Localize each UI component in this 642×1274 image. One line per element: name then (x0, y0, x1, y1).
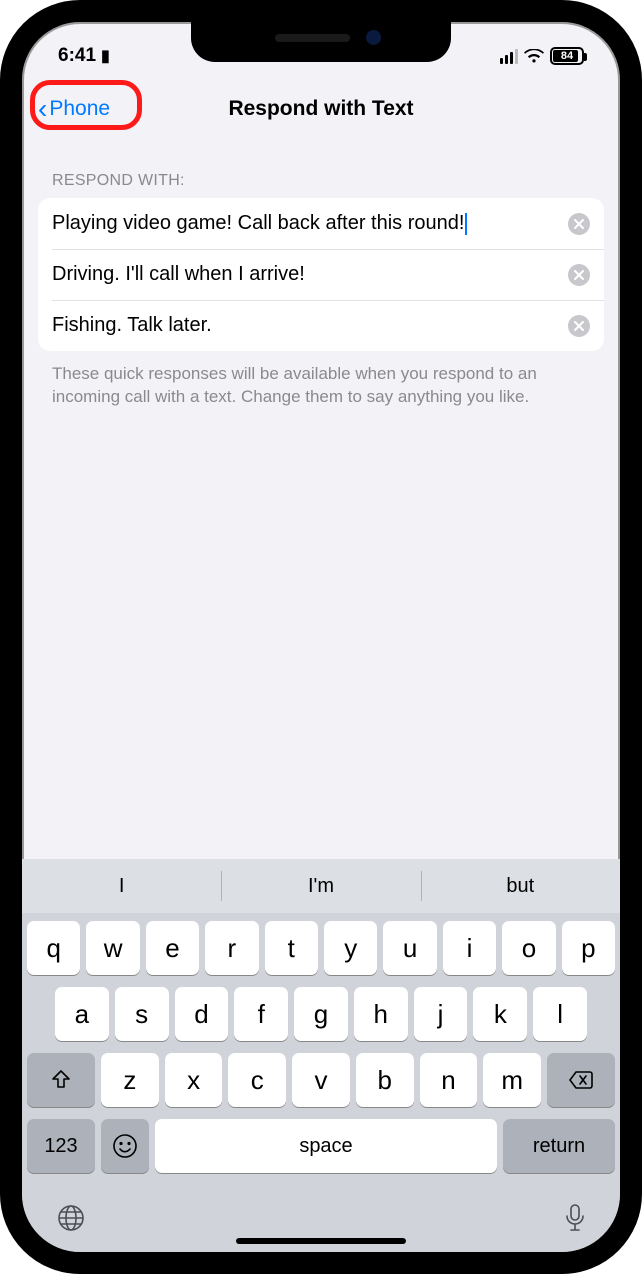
text-cursor (465, 213, 467, 235)
back-label: Phone (49, 97, 110, 121)
key-v[interactable]: v (292, 1053, 350, 1107)
key-f[interactable]: f (234, 987, 288, 1041)
key-y[interactable]: y (324, 921, 377, 975)
keyboard: I I'm but q w e r t y u i o p a (22, 859, 620, 1252)
response-text: Fishing. Talk later. (52, 314, 562, 337)
key-g[interactable]: g (294, 987, 348, 1041)
cell-signal-icon (500, 49, 519, 64)
key-e[interactable]: e (146, 921, 199, 975)
key-m[interactable]: m (483, 1053, 541, 1107)
key-j[interactable]: j (414, 987, 468, 1041)
key-s[interactable]: s (115, 987, 169, 1041)
backspace-key[interactable] (547, 1053, 615, 1107)
key-a[interactable]: a (55, 987, 109, 1041)
key-k[interactable]: k (473, 987, 527, 1041)
keyboard-row-1: q w e r t y u i o p (27, 921, 615, 975)
response-text: Driving. I'll call when I arrive! (52, 263, 562, 286)
section-footer: These quick responses will be available … (38, 351, 604, 409)
key-i[interactable]: i (443, 921, 496, 975)
response-row[interactable]: Driving. I'll call when I arrive! (38, 249, 604, 300)
key-p[interactable]: p (562, 921, 615, 975)
response-row[interactable]: Playing video game! Call back after this… (38, 198, 604, 249)
shift-key[interactable] (27, 1053, 95, 1107)
key-x[interactable]: x (165, 1053, 223, 1107)
wifi-icon (524, 49, 544, 64)
section-header: Respond with: (38, 152, 604, 198)
lock-icon: ▮ (101, 46, 110, 66)
key-n[interactable]: n (420, 1053, 478, 1107)
home-indicator[interactable] (236, 1238, 406, 1244)
key-o[interactable]: o (502, 921, 555, 975)
key-w[interactable]: w (86, 921, 139, 975)
suggestion[interactable]: I (22, 859, 221, 913)
suggestion[interactable]: but (421, 859, 620, 913)
suggestion[interactable]: I'm (221, 859, 420, 913)
key-d[interactable]: d (175, 987, 229, 1041)
space-key[interactable]: space (155, 1119, 497, 1173)
back-button[interactable]: ‹ Phone (38, 97, 110, 121)
keyboard-row-3: z x c v b n m (27, 1053, 615, 1107)
key-z[interactable]: z (101, 1053, 159, 1107)
status-time: 6:41 (58, 45, 96, 67)
key-l[interactable]: l (533, 987, 587, 1041)
clear-text-button[interactable] (568, 213, 590, 235)
keyboard-suggestion-bar: I I'm but (22, 859, 620, 913)
battery-icon: 84 (550, 47, 584, 65)
device-notch (191, 20, 451, 62)
dictation-icon[interactable] (564, 1203, 586, 1240)
key-u[interactable]: u (383, 921, 436, 975)
keyboard-row-2: a s d f g h j k l (27, 987, 615, 1041)
return-key[interactable]: return (503, 1119, 615, 1173)
key-q[interactable]: q (27, 921, 80, 975)
emoji-key[interactable] (101, 1119, 149, 1173)
response-list: Playing video game! Call back after this… (38, 198, 604, 351)
key-r[interactable]: r (205, 921, 258, 975)
response-row[interactable]: Fishing. Talk later. (38, 300, 604, 351)
nav-bar: ‹ Phone Respond with Text (22, 82, 620, 136)
key-b[interactable]: b (356, 1053, 414, 1107)
globe-icon[interactable] (56, 1203, 86, 1240)
key-t[interactable]: t (265, 921, 318, 975)
clear-text-button[interactable] (568, 264, 590, 286)
key-h[interactable]: h (354, 987, 408, 1041)
keyboard-row-4: 123 space return (27, 1119, 615, 1173)
response-text: Playing video game! Call back after this… (52, 212, 562, 235)
clear-text-button[interactable] (568, 315, 590, 337)
page-title: Respond with Text (228, 97, 413, 121)
key-c[interactable]: c (228, 1053, 286, 1107)
numeric-key[interactable]: 123 (27, 1119, 95, 1173)
